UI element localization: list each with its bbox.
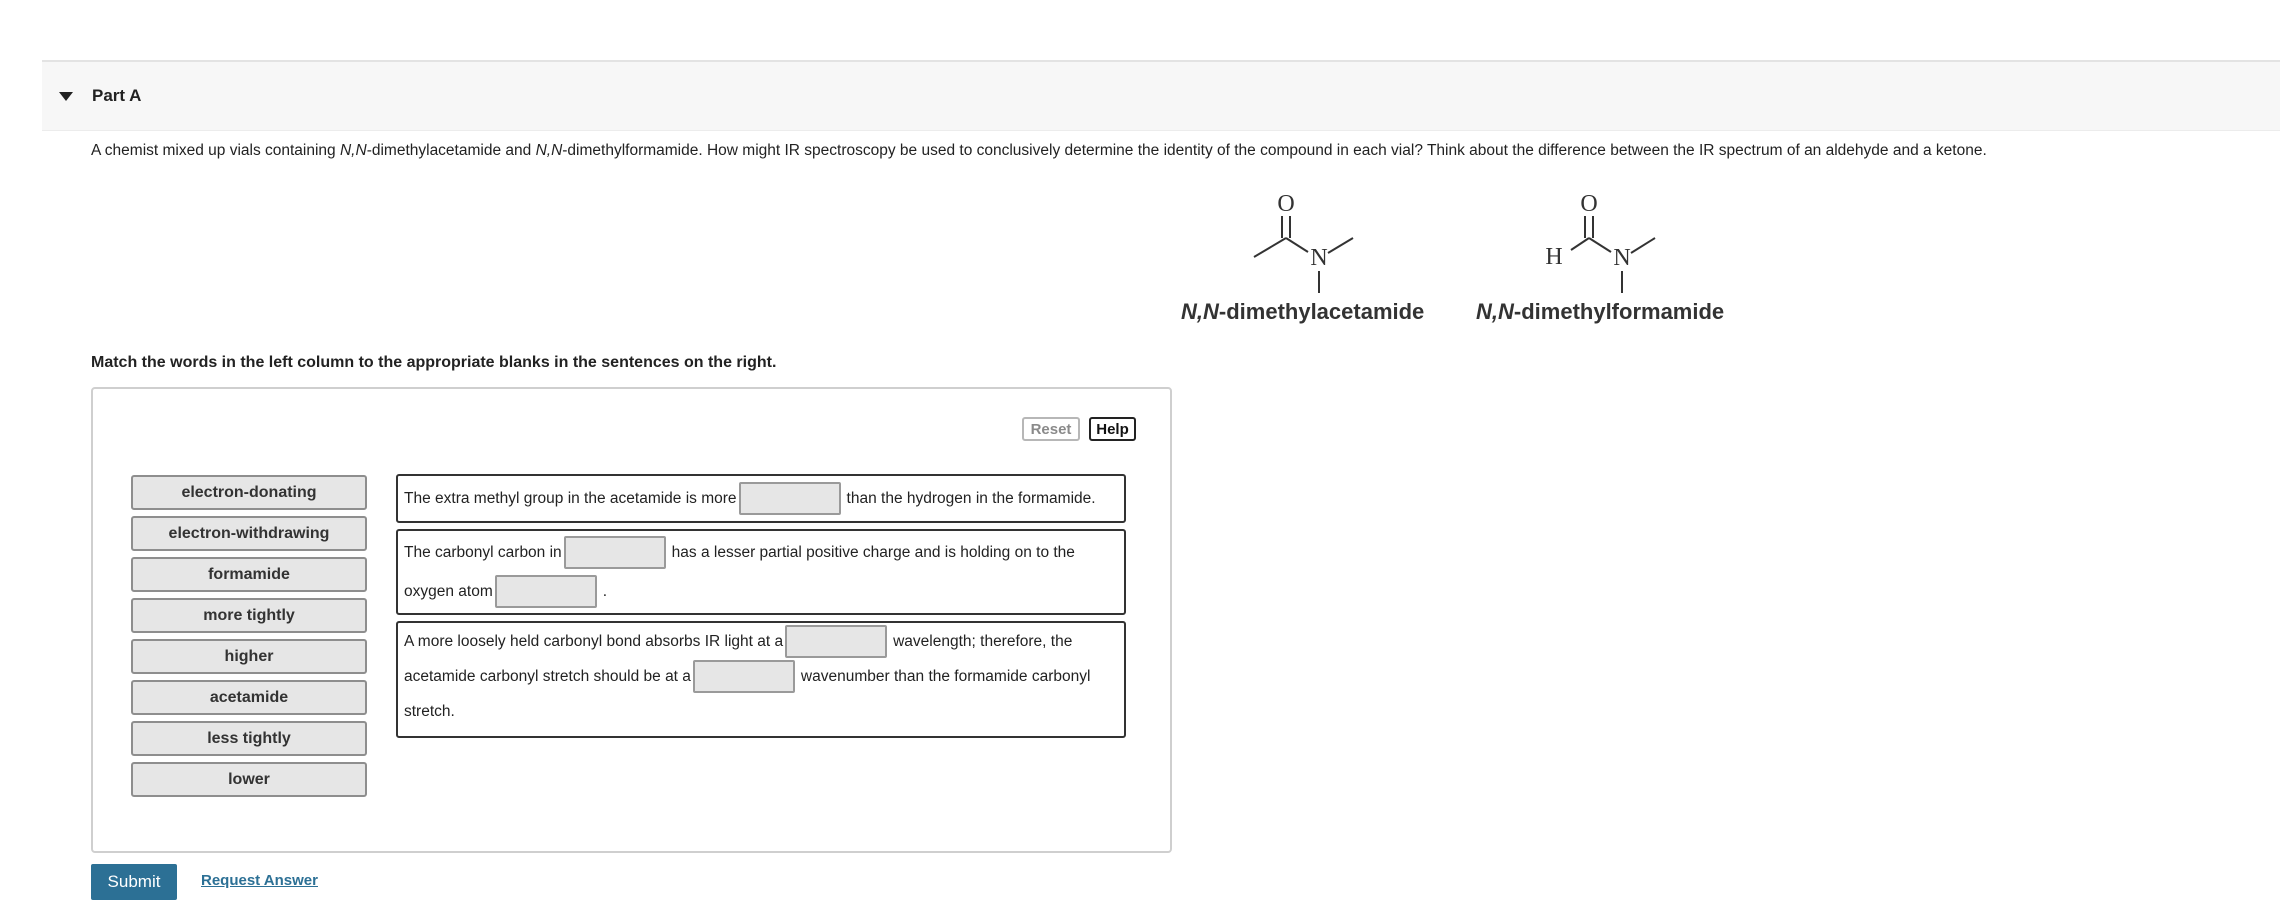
structures-figure: O N O H N N,N-dimethylacetamide N,N-dime… [1170, 180, 1770, 330]
acetamide-oxygen-atom: O [1277, 191, 1294, 217]
sentence-text: wavelength; therefore, the [893, 633, 1073, 650]
formamide-oxygen-atom: O [1580, 191, 1597, 217]
matching-panel: Reset Help electron-donating electron-wi… [91, 387, 1172, 853]
question-part: -dimethylacetamide and [366, 142, 536, 159]
part-header[interactable]: Part A [42, 62, 2280, 131]
answer-blank[interactable] [494, 575, 597, 609]
sentence-text: acetamide carbonyl stretch should be at … [404, 668, 691, 685]
question-part: A chemist mixed up vials containing [91, 142, 340, 159]
answer-blank[interactable] [563, 536, 666, 570]
question-italic: N,N [339, 142, 367, 159]
formamide-structure: O H N [1545, 191, 1656, 293]
question-text: A chemist mixed up vials containing N,N-… [91, 141, 2241, 161]
sentence-1: The extra methyl group in the acetamide … [396, 474, 1126, 523]
sentence-text: A more loosely held carbonyl bond absorb… [404, 633, 784, 650]
answer-blank[interactable] [738, 482, 841, 516]
sentence-text: . [602, 583, 608, 600]
formamide-label: N,N-dimethylformamide [1476, 299, 1724, 325]
word-bank: electron-donating electron-withdrawing f… [131, 475, 367, 803]
caret-down-icon[interactable] [59, 91, 73, 101]
sentence-text: The carbonyl carbon in [404, 544, 562, 561]
sentence-3: A more loosely held carbonyl bond absorb… [396, 621, 1126, 738]
question-part: -dimethylformamide. How might IR spectro… [562, 142, 1987, 159]
sentence-text: wavenumber than the formamide carbonyl [800, 668, 1091, 685]
formamide-nitrogen-atom: N [1613, 245, 1630, 271]
word-tile[interactable]: more tightly [131, 598, 367, 633]
submit-button[interactable]: Submit [91, 864, 177, 900]
answer-blank[interactable] [785, 625, 888, 659]
structures-svg: O N O H N [1253, 191, 1656, 293]
word-tile[interactable]: formamide [131, 557, 367, 592]
sentence-text: has a lesser partial positive charge and… [671, 544, 1075, 561]
answer-blank[interactable] [692, 660, 795, 694]
help-button[interactable]: Help [1089, 417, 1136, 441]
acetamide-label-rest: -dimethylacetamide [1218, 299, 1425, 324]
sentence-text: than the hydrogen in the formamide. [846, 490, 1096, 507]
word-tile[interactable]: higher [131, 639, 367, 674]
word-tile[interactable]: electron-withdrawing [131, 516, 367, 551]
acetamide-structure: O N [1253, 191, 1354, 293]
sentences-list: The extra methyl group in the acetamide … [396, 474, 1126, 744]
sentence-2: The carbonyl carbon in has a lesser parti… [396, 529, 1126, 615]
sentence-text: The extra methyl group in the acetamide … [404, 490, 737, 507]
formamide-label-italic: N,N [1476, 299, 1514, 324]
reset-button[interactable]: Reset [1022, 417, 1080, 441]
acetamide-label-italic: N,N [1181, 299, 1219, 324]
formamide-label-rest: -dimethylformamide [1513, 299, 1725, 324]
part-title: Part A [92, 86, 142, 105]
formamide-hydrogen-atom: H [1545, 244, 1562, 270]
word-tile[interactable]: acetamide [131, 680, 367, 715]
sentence-text: oxygen atom [404, 583, 493, 600]
sentence-text: stretch. [404, 703, 455, 720]
instruction-text: Match the words in the left column to th… [91, 354, 777, 371]
word-tile[interactable]: electron-donating [131, 475, 367, 510]
request-answer-link[interactable]: Request Answer [201, 872, 318, 889]
acetamide-nitrogen-atom: N [1310, 245, 1327, 271]
acetamide-label: N,N-dimethylacetamide [1181, 299, 1424, 325]
word-tile[interactable]: lower [131, 762, 367, 797]
word-tile[interactable]: less tightly [131, 721, 367, 756]
question-italic: N,N [535, 142, 563, 159]
